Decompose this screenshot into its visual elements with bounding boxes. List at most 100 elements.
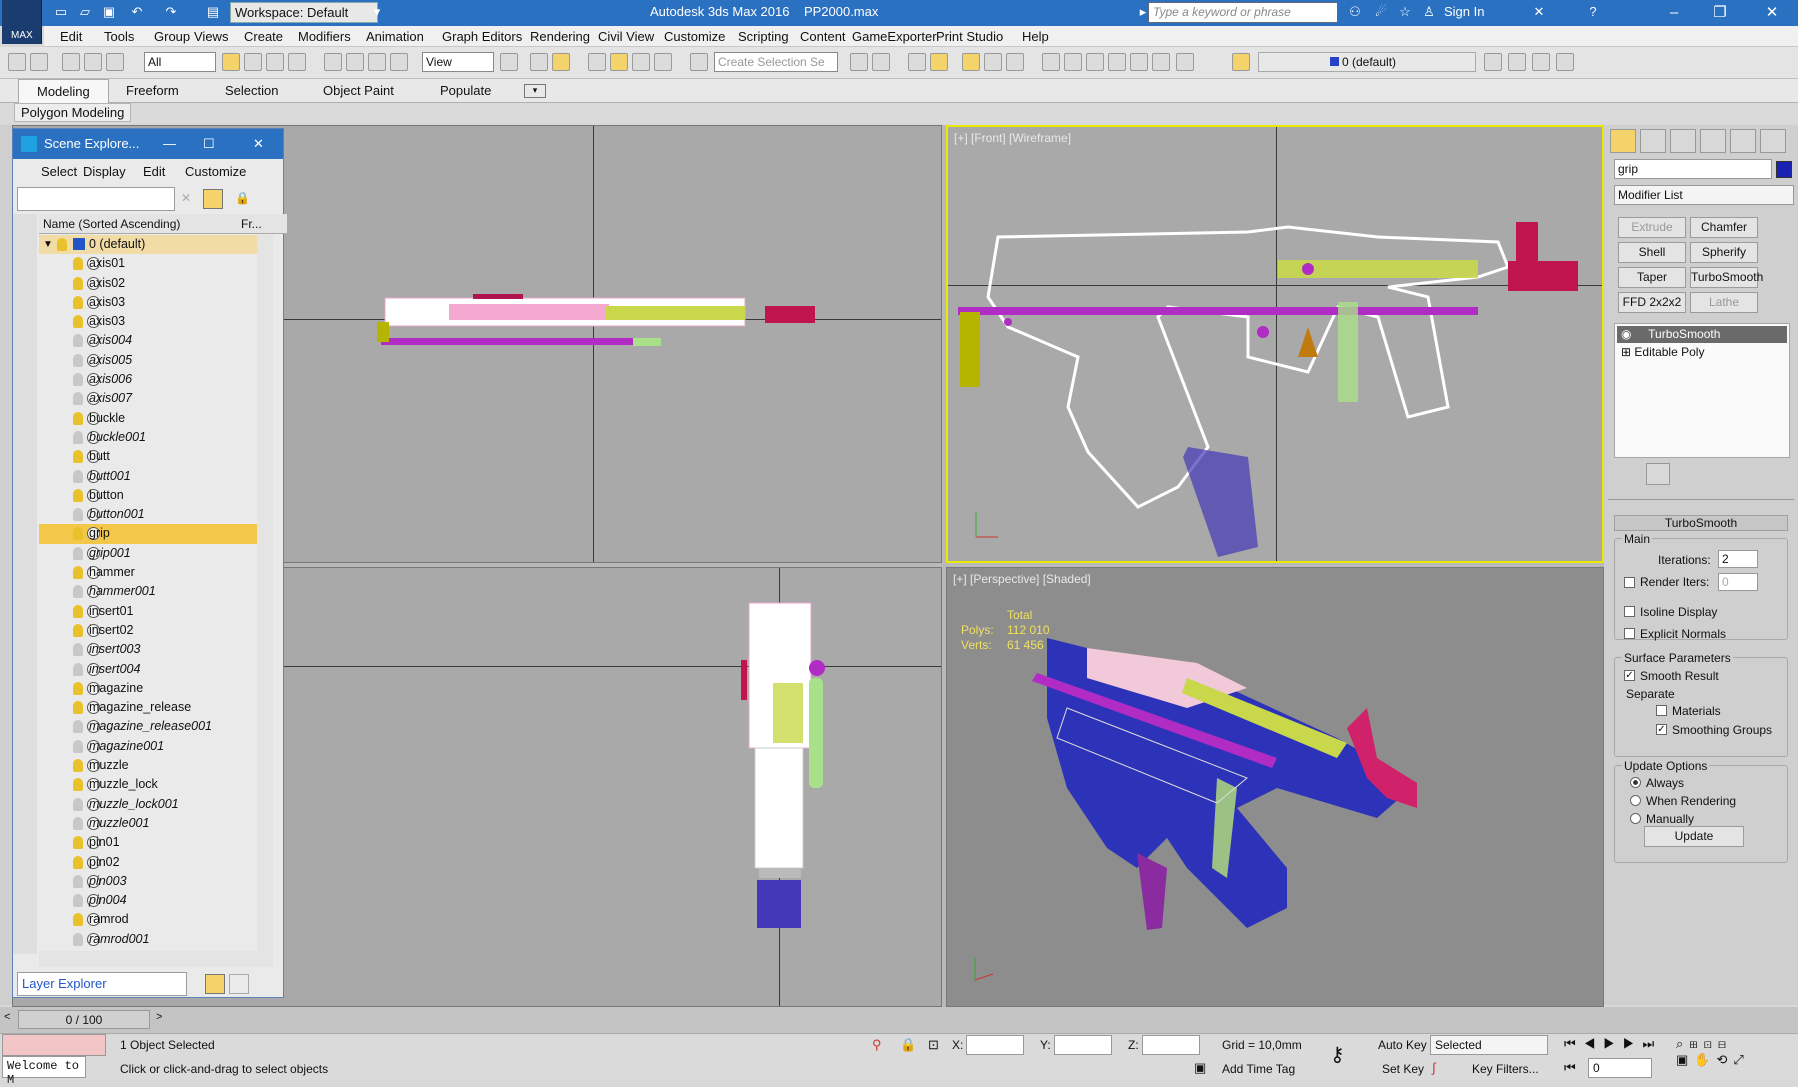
stack-item-editable-poly[interactable]: ⊞ Editable Poly <box>1617 344 1787 361</box>
scene-object-row[interactable]: ramrod001 <box>39 930 257 949</box>
scene-object-row[interactable]: pin003 <box>39 872 257 891</box>
scene-object-row[interactable]: insert02 <box>39 621 257 640</box>
named-selection-dropdown[interactable]: Create Selection Se <box>714 52 838 72</box>
selection-lock-icon[interactable]: 🔒 <box>900 1037 916 1053</box>
menu-create[interactable]: Create <box>244 26 283 44</box>
scene-object-row[interactable]: axis01 <box>39 254 257 273</box>
render-icon[interactable] <box>1108 53 1126 71</box>
scene-object-row[interactable]: hammer001 <box>39 582 257 601</box>
viewport-front[interactable]: [+] [Front] [Wireframe] <box>946 125 1604 563</box>
favorites-star-icon[interactable]: ☆ <box>1396 3 1414 21</box>
redo-icon[interactable] <box>30 53 48 71</box>
stack-item-turbosmooth[interactable]: ◉ TurboSmooth <box>1617 326 1787 343</box>
bulb-icon[interactable] <box>73 932 83 946</box>
undo-icon[interactable]: ↶ <box>128 3 146 21</box>
open-file-icon[interactable]: ▱ <box>76 3 94 21</box>
scene-object-row[interactable]: axis005 <box>39 351 257 370</box>
scene-object-row[interactable]: grip001 <box>39 544 257 563</box>
ref-coord-dropdown[interactable]: View <box>422 52 494 72</box>
scene-explorer-toggle-icon[interactable] <box>908 53 926 71</box>
pivot-center-icon[interactable] <box>500 53 518 71</box>
bulb-icon[interactable] <box>73 469 83 483</box>
bulb-icon[interactable] <box>73 315 83 329</box>
collapse-icon[interactable]: ▼ <box>43 235 53 254</box>
lightbulb-icon[interactable]: ◉ <box>1621 327 1631 341</box>
menu-views[interactable]: Views <box>194 26 228 44</box>
configure-sets-icon[interactable] <box>1752 463 1776 485</box>
render-iters-checkbox[interactable] <box>1624 577 1635 588</box>
when-rendering-radio[interactable] <box>1630 795 1641 806</box>
bulb-icon[interactable] <box>73 527 83 541</box>
time-tag-icon[interactable]: ▣ <box>1194 1060 1206 1076</box>
menu-civil-view[interactable]: Civil View <box>598 26 654 44</box>
search-input[interactable]: Type a keyword or phrase <box>1148 2 1338 23</box>
pin-stack-icon[interactable] <box>1614 463 1638 485</box>
scene-object-row[interactable]: muzzle001 <box>39 814 257 833</box>
x-coord-input[interactable] <box>966 1035 1024 1055</box>
menu-content[interactable]: Content <box>800 26 846 44</box>
scene-object-row[interactable]: pin004 <box>39 891 257 910</box>
menu-tools[interactable]: Tools <box>104 26 134 44</box>
scene-object-row[interactable]: ramrod <box>39 910 257 929</box>
bulb-icon[interactable] <box>73 681 83 695</box>
orbit-icon[interactable]: ⟲ <box>1716 1052 1733 1067</box>
time-slider[interactable]: 0 / 100 <box>18 1010 150 1029</box>
help-icon[interactable]: ? <box>1584 3 1602 21</box>
field-of-view-icon[interactable]: ▣ <box>1676 1052 1694 1067</box>
bulb-icon[interactable] <box>73 662 83 676</box>
rollout-turbosmooth-header[interactable]: TurboSmooth <box>1614 515 1788 531</box>
display-tab-icon[interactable] <box>1730 129 1756 153</box>
bulb-icon[interactable] <box>73 353 83 367</box>
modify-tab-icon[interactable] <box>1640 129 1666 153</box>
modifier-list-dropdown[interactable]: Modifier List <box>1614 185 1794 205</box>
minimize-icon[interactable]: – <box>1656 2 1692 24</box>
key-filters-button[interactable]: Key Filters... <box>1472 1062 1539 1076</box>
mirror-icon[interactable] <box>850 53 868 71</box>
bulb-icon[interactable] <box>73 295 83 309</box>
scene-object-row[interactable]: buckle <box>39 409 257 428</box>
render-online-icon[interactable] <box>1176 53 1194 71</box>
turbosmooth-button[interactable]: TurboSmooth <box>1690 267 1763 288</box>
scene-object-row[interactable]: insert01 <box>39 602 257 621</box>
lathe-button[interactable]: Lathe <box>1690 292 1758 313</box>
scene-object-row[interactable]: insert004 <box>39 660 257 679</box>
taper-button[interactable]: Taper <box>1618 267 1686 288</box>
hierarchy-icon[interactable] <box>229 974 249 994</box>
polygon-modeling-panel[interactable]: Polygon Modeling <box>14 103 132 122</box>
current-frame-input[interactable]: 0 <box>1588 1058 1652 1078</box>
time-next-icon[interactable]: > <box>156 1011 162 1023</box>
tab-modeling[interactable]: Modeling <box>18 79 109 103</box>
scene-object-row[interactable]: buckle001 <box>39 428 257 447</box>
clear-filter-icon[interactable]: ✕ <box>181 191 191 205</box>
menu-print-studio[interactable]: Print Studio <box>936 26 1003 44</box>
scene-object-row[interactable]: button <box>39 486 257 505</box>
spherify-button[interactable]: Spherify <box>1690 242 1758 263</box>
utilities-tab-icon[interactable] <box>1760 129 1786 153</box>
column-name[interactable]: Name (Sorted Ascending) <box>43 217 180 231</box>
material-editor-icon[interactable] <box>1042 53 1060 71</box>
bulb-icon[interactable] <box>73 604 83 618</box>
bind-space-warp-icon[interactable] <box>106 53 124 71</box>
menu-scripting[interactable]: Scripting <box>738 26 789 44</box>
scene-object-row[interactable]: muzzle_lock001 <box>39 795 257 814</box>
explicit-normals-checkbox[interactable] <box>1624 628 1635 639</box>
percent-snap-icon[interactable] <box>632 53 650 71</box>
column-frozen[interactable]: Fr... <box>241 217 262 231</box>
scene-object-row[interactable]: pin01 <box>39 833 257 852</box>
tab-selection[interactable]: Selection <box>225 83 278 98</box>
scene-filter-input[interactable] <box>17 187 175 211</box>
undo-icon[interactable] <box>8 53 26 71</box>
bulb-icon[interactable] <box>73 816 83 830</box>
bulb-icon[interactable] <box>73 276 83 290</box>
select-link-icon[interactable] <box>62 53 80 71</box>
play-icon[interactable]: ▶ <box>1603 1036 1623 1051</box>
scene-object-row[interactable]: magazine_release001 <box>39 717 257 736</box>
menu-rendering[interactable]: Rendering <box>530 26 590 44</box>
bulb-icon[interactable] <box>73 701 83 715</box>
bulb-icon[interactable] <box>73 585 83 599</box>
scene-object-row[interactable]: axis007 <box>39 389 257 408</box>
chamfer-button[interactable]: Chamfer <box>1690 217 1758 238</box>
scene-object-row[interactable]: axis006 <box>39 370 257 389</box>
bulb-icon[interactable] <box>73 874 83 888</box>
next-frame-icon[interactable]: ▶ <box>1623 1036 1643 1051</box>
